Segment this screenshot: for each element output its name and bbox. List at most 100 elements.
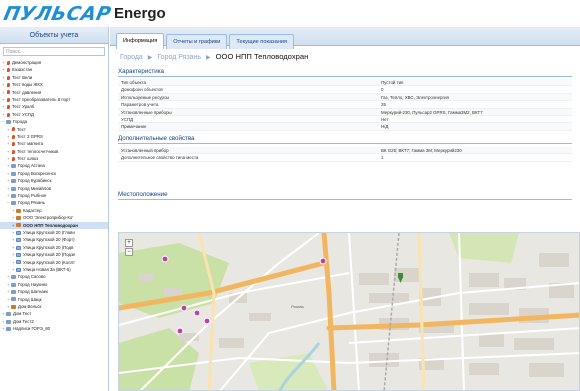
map-marker-dot[interactable] xyxy=(181,305,187,311)
map-marker-dot[interactable] xyxy=(162,256,168,262)
tab-reports[interactable]: Отчеты и графики xyxy=(166,34,228,49)
expand-icon[interactable]: + xyxy=(2,74,6,81)
tree-item[interactable]: + Тест 2 GPRS xyxy=(0,133,108,140)
property-value: Газ, Тепло, ХВС, Электроэнергия xyxy=(381,94,449,100)
tree-item[interactable]: + Город Воскресенск xyxy=(0,170,108,177)
tree-item[interactable]: + Тест УСПД xyxy=(0,111,108,118)
tree-item[interactable]: + Тест Уралб xyxy=(0,103,108,110)
tree-item-label: Город Воскресенск xyxy=(18,170,56,176)
addr-icon xyxy=(16,238,21,243)
tree-item[interactable]: + ООО 'Электроприбор-Ко' xyxy=(0,214,108,221)
expand-icon[interactable]: + xyxy=(2,66,6,73)
tree-item[interactable]: + Город Сасово xyxy=(0,273,108,280)
city-icon xyxy=(11,171,16,176)
tree-item[interactable]: + Тест Вели xyxy=(0,74,108,81)
zoom-in-button[interactable]: + xyxy=(125,239,133,247)
tree-item-label: ООО 'Электроприбор-Ко' xyxy=(23,215,74,221)
app-name: Energo xyxy=(114,5,166,22)
city-icon xyxy=(11,289,16,294)
tree-item[interactable]: + Тест воды ЖКХ xyxy=(0,81,108,88)
tree-item[interactable]: + Надписи ГОРЭ_80 xyxy=(0,325,108,332)
tree-item[interactable]: + Город Курабинск xyxy=(0,177,108,184)
tree-item[interactable]: + Улица Крупской 20 (Главн xyxy=(0,229,108,236)
location-map[interactable]: Рязань + − xyxy=(118,232,580,391)
breadcrumb-item-city[interactable]: Город Рязань xyxy=(157,54,201,61)
tab-bar: Информация Отчеты и графики Текущие показа… xyxy=(110,27,580,49)
expand-icon[interactable]: + xyxy=(7,126,11,133)
tree-item-label: Город Михайлов xyxy=(18,185,51,191)
expand-icon[interactable]: + xyxy=(2,103,6,110)
tree-item[interactable]: + Город Шацк xyxy=(0,296,108,303)
map-marker-dot[interactable] xyxy=(320,258,326,264)
map-city-label: Рязань xyxy=(291,304,304,309)
expand-icon[interactable]: + xyxy=(7,140,11,147)
property-value: Н/Д xyxy=(381,124,389,130)
tree-item[interactable]: − Город Рязань xyxy=(0,199,108,206)
city-icon xyxy=(11,193,16,198)
map-marker-dot[interactable] xyxy=(204,318,210,324)
tree-item[interactable]: + ООО НПП Тепловодохран xyxy=(0,221,108,229)
expand-icon[interactable]: + xyxy=(2,96,6,103)
zoom-out-button[interactable]: − xyxy=(125,248,133,256)
tree-item[interactable]: + Дом Вельск xyxy=(0,303,108,310)
tree-item[interactable]: + Демонстрация xyxy=(0,59,108,66)
expand-icon[interactable]: + xyxy=(7,155,11,162)
tab-info[interactable]: Информация xyxy=(116,33,165,49)
tree-item-label: Тест Уралб xyxy=(12,104,35,110)
map-marker-dot[interactable] xyxy=(177,328,183,334)
expand-icon[interactable]: + xyxy=(7,133,11,140)
pin-icon xyxy=(7,68,10,73)
property-row: Тип объекта Пустой тип xyxy=(118,79,572,87)
tree-item-label: Тест преобразователь 8 порт xyxy=(12,96,71,102)
tree-item[interactable]: + Тест давления xyxy=(0,89,108,96)
expand-icon[interactable]: + xyxy=(2,111,6,118)
tree-item[interactable]: + Дом Тест xyxy=(0,310,108,317)
tree-item[interactable]: + Тест преобразователь 8 порт xyxy=(0,96,108,103)
chevron-right-icon: ▶ xyxy=(147,55,153,61)
expand-icon[interactable]: + xyxy=(2,59,6,66)
pin-icon xyxy=(12,156,15,161)
tree-item[interactable]: − Города xyxy=(0,118,108,125)
tree-item-label: Демонстрация xyxy=(12,60,42,65)
breadcrumb-item-cities[interactable]: Города xyxy=(120,54,143,61)
city-icon xyxy=(6,319,11,324)
tree-item[interactable]: + Улица Крупской 20 (Форт) xyxy=(0,236,108,243)
tree-item[interactable]: + Тест магнита xyxy=(0,140,108,147)
tree-item[interactable]: + Улица Крупской 20 (Подзе xyxy=(0,251,108,258)
tree-item[interactable]: + Город Михайлов xyxy=(0,185,108,192)
map-marker-dot[interactable] xyxy=(194,310,200,316)
tree-item-label: Тест шлюз xyxy=(17,156,39,162)
tree-item[interactable]: + Дом Тест2 xyxy=(0,318,108,325)
tree-item[interactable]: + Тест xyxy=(0,126,108,133)
tree-item-label: Города xyxy=(13,119,28,125)
tree-item[interactable]: + Город Наукино xyxy=(0,281,108,288)
tab-current-readings[interactable]: Текущие показания xyxy=(229,34,294,49)
expand-icon[interactable]: + xyxy=(2,89,6,96)
map-canvas[interactable]: Рязань xyxy=(119,233,580,391)
search-input[interactable]: Поиск... xyxy=(3,47,105,56)
extra-props-title: Дополнительные свойства xyxy=(118,135,572,144)
expand-icon[interactable]: + xyxy=(7,148,11,155)
property-value: 1 xyxy=(381,155,384,161)
tree-item-label: Улица Крупской 20 (Подзе xyxy=(23,252,76,258)
city-icon xyxy=(11,275,16,280)
tree-item[interactable]: + Город Шатнаек xyxy=(0,288,108,295)
property-row: Установленные приборы Меркурий-230, Пульс… xyxy=(118,108,572,116)
tree-item[interactable]: + Улица Крупской 20 (Подв xyxy=(0,244,108,251)
expand-icon[interactable]: + xyxy=(2,81,6,88)
tree-item[interactable]: + Кадастер xyxy=(0,207,108,214)
tree-item[interactable]: + Тест теплосчетчиков xyxy=(0,148,108,155)
tree-item[interactable]: + Казахстан xyxy=(0,66,108,73)
obj-icon xyxy=(16,208,21,213)
property-name: Тип объекта xyxy=(121,80,146,85)
tree-item[interactable]: + Город Астана xyxy=(0,162,108,169)
tree-item[interactable]: + Улица Крупской 20 (Коллт xyxy=(0,259,108,266)
tree-item-label: Тест магнита xyxy=(17,141,44,147)
tree-item[interactable]: + Тест шлюз xyxy=(0,155,108,162)
pin-icon xyxy=(7,97,10,102)
tree-item[interactable]: + Город Рыбное xyxy=(0,192,108,199)
addr-icon xyxy=(16,245,21,250)
tree-item[interactable]: + Улица Новая 3а (ВКТ-5) xyxy=(0,266,108,273)
property-name: УСПД xyxy=(121,116,134,122)
app-header: ПУЛЬСАР Energo xyxy=(0,0,580,27)
